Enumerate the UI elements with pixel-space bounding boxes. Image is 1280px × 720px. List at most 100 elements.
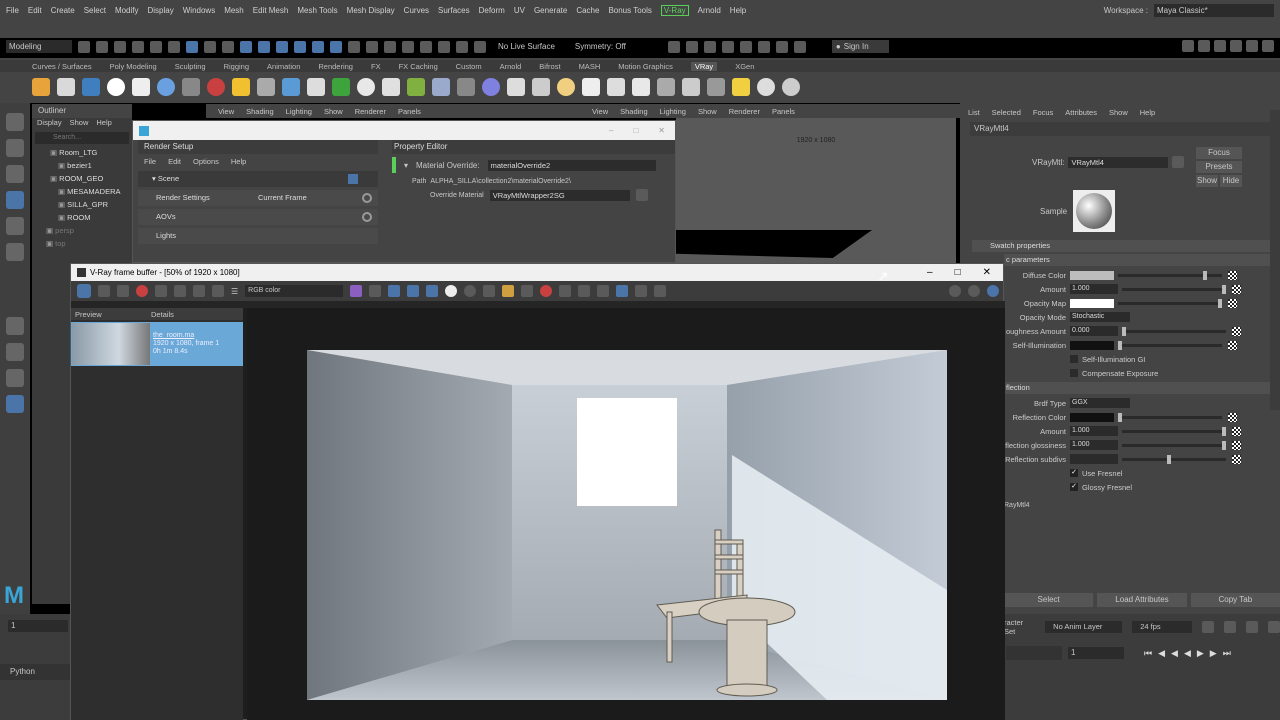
shelf-tab-fx-caching[interactable]: FX Caching xyxy=(399,62,438,71)
cone-icon[interactable] xyxy=(532,78,550,96)
go-to-end-icon[interactable]: ⏭ xyxy=(1223,648,1231,659)
menu-modify[interactable]: Modify xyxy=(115,6,139,15)
mesh-light-icon[interactable] xyxy=(482,78,500,96)
ae-number-field[interactable]: 1.000 xyxy=(1070,426,1118,436)
slider-knob[interactable] xyxy=(1222,284,1226,294)
ae-menu-show[interactable]: Show xyxy=(1109,108,1128,117)
fur-icon[interactable] xyxy=(407,78,425,96)
material-icon[interactable] xyxy=(207,78,225,96)
shelf-tab-poly-modeling[interactable]: Poly Modeling xyxy=(110,62,157,71)
slate-icon[interactable] xyxy=(707,78,725,96)
slider-knob[interactable] xyxy=(1218,298,1222,308)
ipr-icon[interactable] xyxy=(635,285,648,297)
mode-dropdown[interactable]: Modeling xyxy=(6,40,72,53)
ae-copy-tab-button[interactable]: Copy Tab xyxy=(1190,593,1280,607)
clear-icon[interactable] xyxy=(521,285,534,297)
render-icon[interactable] xyxy=(77,284,91,298)
shelf-tab-xgen[interactable]: XGen xyxy=(735,62,754,71)
override-field[interactable]: materialOverride2 xyxy=(487,159,656,171)
ae-slider[interactable] xyxy=(1118,270,1222,280)
menu-mesh-display[interactable]: Mesh Display xyxy=(347,6,395,15)
stop-icon[interactable] xyxy=(136,285,148,297)
history-entry[interactable]: the_room.ma 1920 x 1080, frame 1 0h 1m 8… xyxy=(71,322,243,366)
viewport-menu-renderer[interactable]: Renderer xyxy=(729,107,760,116)
viewport-menu-panels[interactable]: Panels xyxy=(772,107,795,116)
vray-vfb-icon[interactable] xyxy=(82,78,100,96)
layout-two-icon[interactable] xyxy=(6,369,24,387)
material-swatch[interactable] xyxy=(1073,190,1116,232)
expand-icon[interactable]: ▾ xyxy=(404,161,408,170)
color-swatch[interactable] xyxy=(1070,270,1114,280)
vray-render-icon[interactable] xyxy=(32,78,50,96)
ae-menu-help[interactable]: Help xyxy=(1140,108,1155,117)
vraymtl-name-field[interactable]: VRayMtl4 xyxy=(1068,156,1169,168)
plane-light-icon[interactable] xyxy=(632,78,650,96)
map-button-icon[interactable] xyxy=(1232,426,1241,436)
monitor-icon[interactable] xyxy=(616,285,629,297)
fx-icon[interactable] xyxy=(432,78,450,96)
step-forward-icon[interactable]: ▶ xyxy=(1210,648,1217,659)
time-slider[interactable] xyxy=(1006,646,1062,660)
outliner-menu-help[interactable]: Help xyxy=(96,118,111,130)
minimize-icon[interactable]: – xyxy=(927,267,933,278)
step-back-key-icon[interactable]: ◀ xyxy=(1158,648,1165,659)
swatch-properties-section[interactable]: Swatch properties xyxy=(972,240,1276,252)
region-render-icon[interactable] xyxy=(407,285,420,297)
maximize-icon[interactable]: □ xyxy=(955,267,961,278)
outliner-menu-display[interactable]: Display xyxy=(37,118,62,130)
ae-slider[interactable] xyxy=(1122,426,1226,436)
menu-file[interactable]: File xyxy=(6,6,19,15)
toolbox-icon[interactable] xyxy=(682,78,700,96)
vray-logo-icon[interactable] xyxy=(107,78,125,96)
menu-generate[interactable]: Generate xyxy=(534,6,567,15)
sphere-icon[interactable] xyxy=(157,78,175,96)
shelf-tab-animation[interactable]: Animation xyxy=(267,62,300,71)
slider-knob[interactable] xyxy=(1167,454,1171,464)
lens-effects-icon[interactable] xyxy=(559,285,572,297)
play-back-icon[interactable]: ◀ xyxy=(1184,648,1191,659)
shelf-tab-bifrost[interactable]: Bifrost xyxy=(539,62,560,71)
menu-select[interactable]: Select xyxy=(84,6,106,15)
map-button-icon[interactable] xyxy=(1232,454,1241,464)
bulb-icon[interactable] xyxy=(307,78,325,96)
layout-single-icon[interactable] xyxy=(6,317,24,335)
ies-icon[interactable] xyxy=(457,78,475,96)
ae-slider[interactable] xyxy=(1122,326,1226,336)
gear-icon[interactable] xyxy=(362,193,372,203)
menu-edit-mesh[interactable]: Edit Mesh xyxy=(253,6,289,15)
lasso-tool-icon[interactable] xyxy=(6,139,24,157)
viewport-menu-view[interactable]: View xyxy=(592,107,608,116)
viewport-right[interactable]: 1920 x 1080 xyxy=(676,118,956,263)
checkbox[interactable] xyxy=(1070,355,1078,363)
proxy-icon[interactable] xyxy=(332,78,350,96)
shelf-tab-custom[interactable]: Custom xyxy=(456,62,482,71)
checkbox[interactable] xyxy=(1070,369,1078,377)
sign-in-button[interactable]: ● Sign In xyxy=(831,40,889,53)
outliner-item[interactable]: ▣ bezier1 xyxy=(46,159,132,172)
settings-icon[interactable] xyxy=(597,285,610,297)
checkbox[interactable]: ✓ xyxy=(1070,483,1078,491)
outliner-item[interactable]: ▣ MESAMADERA xyxy=(46,185,132,198)
fps-dropdown[interactable]: 24 fps xyxy=(1132,621,1192,633)
ae-menu-focus[interactable]: Focus xyxy=(1033,108,1053,117)
aovs-item[interactable]: AOVs xyxy=(138,209,378,225)
menu-surfaces[interactable]: Surfaces xyxy=(438,6,470,15)
rotate-tool-icon[interactable] xyxy=(6,217,24,235)
shelf-tab-rigging[interactable]: Rigging xyxy=(224,62,249,71)
sun-icon[interactable] xyxy=(232,78,250,96)
ae-number-field[interactable]: 0.000 xyxy=(1070,326,1118,336)
render-setup-menu-help[interactable]: Help xyxy=(231,157,246,166)
show-button[interactable]: Show xyxy=(1196,175,1218,187)
ae-menu-selected[interactable]: Selected xyxy=(992,108,1021,117)
sync-icon[interactable] xyxy=(949,285,961,297)
channel-dropdown[interactable]: RGB color xyxy=(245,285,344,297)
menu-v-ray[interactable]: V-Ray xyxy=(660,4,689,16)
map-button-icon[interactable] xyxy=(1228,298,1237,308)
menu-windows[interactable]: Windows xyxy=(183,6,215,15)
hide-button[interactable]: Hide xyxy=(1220,175,1242,187)
render-setup-menu-options[interactable]: Options xyxy=(193,157,219,166)
save-image-icon[interactable] xyxy=(483,285,496,297)
shelf-tab-fx[interactable]: FX xyxy=(371,62,381,71)
slider-knob[interactable] xyxy=(1122,326,1126,336)
map-button-icon[interactable] xyxy=(1228,340,1237,350)
